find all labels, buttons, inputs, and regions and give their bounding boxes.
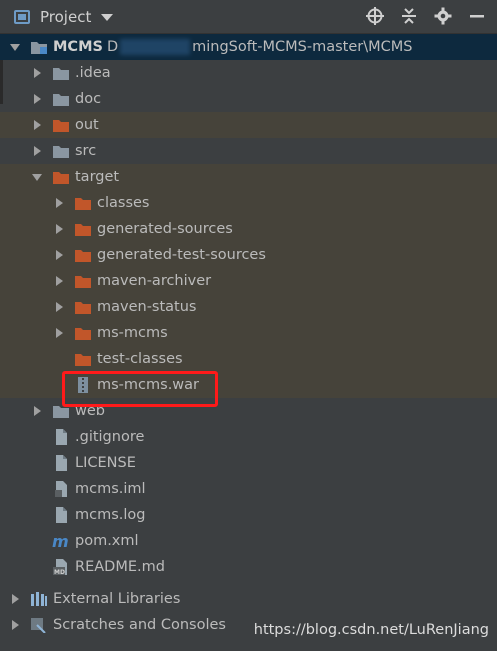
markdown-icon: MD — [52, 559, 70, 576]
settings-button[interactable] — [433, 6, 453, 26]
root-module-path-prefix: D — [106, 39, 119, 55]
hide-button[interactable] — [467, 6, 487, 26]
excluded-folder-icon — [74, 221, 92, 237]
tree-item-idea[interactable]: .idea — [0, 60, 497, 86]
tree-item-src[interactable]: src — [0, 138, 497, 164]
excluded-folder-icon — [74, 325, 92, 341]
expand-arrow-icon[interactable] — [52, 216, 66, 242]
root-module-path: mingSoft-MCMS-master\MCMS — [192, 39, 413, 55]
excluded-folder-icon — [74, 273, 92, 289]
tree-item-pom-xml[interactable]: m pom.xml — [0, 528, 497, 554]
project-view-title: Project — [40, 8, 92, 26]
project-view-selector[interactable]: Project — [14, 7, 114, 27]
tree-item-label: pom.xml — [75, 533, 139, 549]
maven-icon: m — [52, 532, 70, 551]
tree-item-generated-test-sources[interactable]: generated-test-sources — [0, 242, 497, 268]
collapse-arrow-icon[interactable] — [30, 164, 44, 190]
module-folder-icon — [30, 39, 48, 55]
expand-arrow-icon[interactable] — [52, 242, 66, 268]
tree-item-root[interactable]: MCMS D mingSoft-MCMS-master\MCMS — [0, 34, 497, 60]
redacted-path-segment — [120, 39, 191, 55]
tree-item-label: ms-mcms — [97, 325, 168, 341]
tree-item-gitignore[interactable]: .gitignore — [0, 424, 497, 450]
tree-item-label: out — [75, 117, 99, 133]
collapse-all-icon — [402, 8, 416, 24]
tree-item-label: doc — [75, 91, 102, 107]
tree-item-label: test-classes — [97, 351, 183, 367]
tree-item-label: .idea — [75, 65, 111, 81]
expand-arrow-icon[interactable] — [30, 86, 44, 112]
caret-down-icon — [101, 13, 114, 21]
tree-item-label: README.md — [75, 559, 165, 575]
tree-item-label: maven-status — [97, 299, 197, 315]
project-icon — [14, 10, 30, 24]
locate-icon — [366, 7, 384, 25]
tree-item-generated-sources[interactable]: generated-sources — [0, 216, 497, 242]
tree-item-readme[interactable]: MD README.md — [0, 554, 497, 580]
tree-item-label: Scratches and Consoles — [53, 617, 226, 633]
collapse-all-button[interactable] — [399, 6, 419, 26]
folder-icon — [52, 91, 70, 107]
svg-text:m: m — [52, 533, 69, 549]
tree-item-label: classes — [97, 195, 150, 211]
excluded-folder-icon — [74, 247, 92, 263]
file-icon — [52, 429, 70, 445]
tree-item-label: mcms.log — [75, 507, 146, 523]
expand-arrow-icon[interactable] — [30, 112, 44, 138]
expand-arrow-icon[interactable] — [8, 586, 22, 612]
libraries-icon — [30, 591, 48, 607]
tree-item-out[interactable]: out — [0, 112, 497, 138]
excluded-folder-icon — [74, 195, 92, 211]
file-icon — [52, 507, 70, 523]
expand-arrow-icon[interactable] — [52, 294, 66, 320]
expand-arrow-icon[interactable] — [8, 612, 22, 638]
tree-item-doc[interactable]: doc — [0, 86, 497, 112]
hide-icon — [470, 15, 484, 18]
tree-item-label: maven-archiver — [97, 273, 212, 289]
tree-item-test-classes[interactable]: test-classes — [0, 346, 497, 372]
project-toolbar: Project — [0, 0, 497, 34]
tree-item-label: LICENSE — [75, 455, 136, 471]
excluded-folder-icon — [74, 351, 92, 367]
tree-item-label: .gitignore — [75, 429, 145, 445]
locate-button[interactable] — [365, 6, 385, 26]
tree-item-maven-status[interactable]: maven-status — [0, 294, 497, 320]
tree-item-label: generated-sources — [97, 221, 233, 237]
expand-arrow-icon[interactable] — [52, 268, 66, 294]
tree-item-classes[interactable]: classes — [0, 190, 497, 216]
excluded-folder-icon — [52, 169, 70, 185]
excluded-folder-icon — [74, 299, 92, 315]
tree-item-target[interactable]: target — [0, 164, 497, 190]
expand-arrow-icon[interactable] — [52, 190, 66, 216]
tree-item-mcms-iml[interactable]: mcms.iml — [0, 476, 497, 502]
tree-item-label: mcms.iml — [75, 481, 146, 497]
expand-arrow-icon[interactable] — [30, 138, 44, 164]
expand-arrow-icon[interactable] — [52, 320, 66, 346]
folder-icon — [52, 65, 70, 81]
svg-text:MD: MD — [54, 569, 65, 575]
excluded-folder-icon — [52, 117, 70, 133]
tree-item-ms-mcms[interactable]: ms-mcms — [0, 320, 497, 346]
tree-item-mcms-log[interactable]: mcms.log — [0, 502, 497, 528]
folder-icon — [52, 143, 70, 159]
tree-item-external-libraries[interactable]: External Libraries — [0, 586, 497, 612]
scratches-icon — [30, 617, 48, 634]
tree-item-label: src — [75, 143, 97, 159]
tree-item-label: External Libraries — [53, 591, 181, 607]
expand-arrow-icon[interactable] — [30, 60, 44, 86]
tree-item-label: target — [75, 169, 120, 185]
tree-item-maven-archiver[interactable]: maven-archiver — [0, 268, 497, 294]
expand-arrow-icon[interactable] — [8, 34, 22, 60]
root-module-name: MCMS — [53, 39, 103, 55]
expand-arrow-icon[interactable] — [30, 398, 44, 424]
tree-item-license[interactable]: LICENSE — [0, 450, 497, 476]
file-icon — [52, 455, 70, 471]
red-highlight-box — [62, 371, 218, 407]
tree-item-label: generated-test-sources — [97, 247, 266, 263]
watermark-text: https://blog.csdn.net/LuRenJiang — [253, 622, 489, 638]
module-file-icon — [52, 481, 70, 497]
gear-icon — [434, 7, 452, 25]
